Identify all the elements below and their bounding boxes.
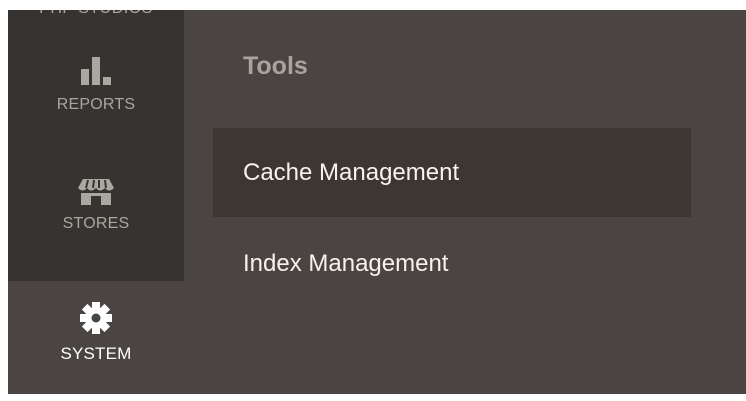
sidebar-item-partial-label[interactable]: PHP STUDIOS	[8, 10, 184, 18]
admin-menu-frame: PHP STUDIOS REPORTS	[8, 10, 746, 394]
submenu-item-cache-management[interactable]: Cache Management	[213, 128, 691, 217]
storefront-icon	[8, 178, 184, 211]
sidebar-item-label: SYSTEM	[60, 344, 132, 363]
sidebar-item-label: STORES	[62, 215, 130, 232]
submenu-title: Tools	[243, 52, 308, 80]
admin-sidebar: PHP STUDIOS REPORTS	[8, 10, 184, 281]
sidebar-item-system[interactable]: SYSTEM	[8, 301, 184, 364]
sidebar-item-stores[interactable]: STORES	[8, 178, 184, 233]
gear-icon	[8, 301, 184, 340]
sidebar-item-label: REPORTS	[56, 96, 136, 113]
submenu-item-index-management[interactable]: Index Management	[213, 219, 691, 308]
bar-chart-icon	[8, 55, 184, 92]
sidebar-item-reports[interactable]: REPORTS	[8, 55, 184, 114]
